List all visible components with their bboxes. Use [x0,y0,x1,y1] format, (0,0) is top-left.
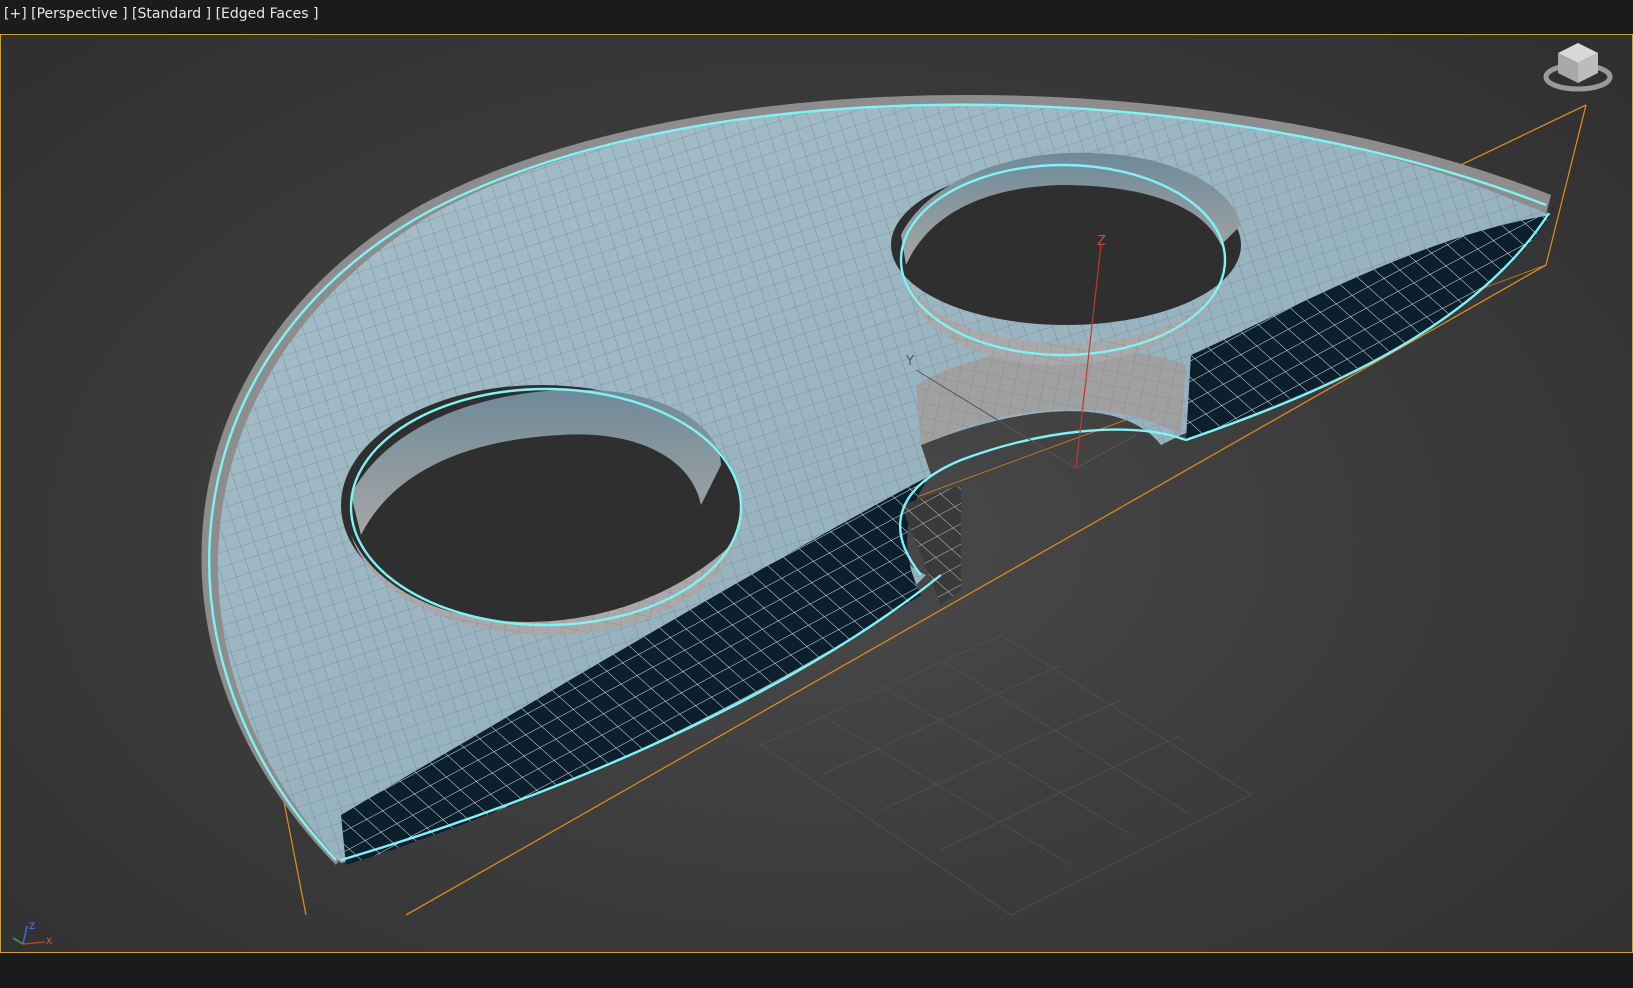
home-grid [759,634,1253,916]
viewport-scene[interactable]: Z Y [1,35,1632,952]
pivot-z-label: Z [1097,234,1106,249]
viewport-shading-menu[interactable]: [Standard ] [132,6,211,22]
tripod-x-label: X [46,937,52,947]
pivot-y-label: Y [905,354,914,369]
disc-top-surface [217,103,1551,864]
axis-tripod-icon: Z X [7,920,57,950]
viewport-display-mode-menu[interactable]: [Edged Faces ] [216,6,319,22]
tripod-z-label: Z [29,922,35,932]
viewport-bottom-bar [0,953,1633,988]
viewcube-icon[interactable] [1540,35,1616,97]
viewport-label-group: [+] [Perspective ] [Standard ] [Edged Fa… [4,6,318,22]
perspective-viewport[interactable]: Z Y Z X [0,34,1633,953]
viewport-point-of-view-menu[interactable]: [Perspective ] [31,6,127,22]
viewport-general-menu[interactable]: [+] [4,6,27,22]
viewport-menu-bar: [+] [Perspective ] [Standard ] [Edged Fa… [0,0,1633,33]
